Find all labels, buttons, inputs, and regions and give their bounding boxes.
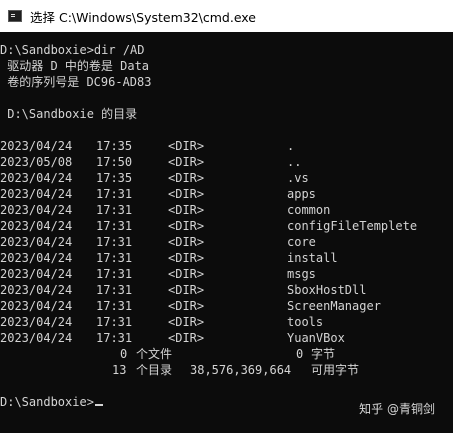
entry-name: . — [287, 139, 295, 153]
directory-entry: 2023/04/24 17:35 <DIR>. — [0, 138, 453, 154]
entry-time: 17:31 — [96, 331, 133, 345]
files-bytes: 0 — [296, 347, 304, 361]
entry-type: <DIR> — [168, 299, 205, 313]
entry-name: .vs — [287, 171, 309, 185]
entry-date: 2023/04/24 — [0, 331, 73, 345]
entry-date: 2023/04/24 — [0, 315, 73, 329]
entry-name: ScreenManager — [287, 299, 381, 313]
entry-date: 2023/04/24 — [0, 235, 73, 249]
entry-name: YuanVBox — [287, 331, 345, 345]
entry-time: 17:31 — [96, 315, 133, 329]
entry-type: <DIR> — [168, 283, 205, 297]
files-bytes-label: 字节 — [311, 347, 336, 361]
entry-time: 17:50 — [96, 155, 133, 169]
free-bytes: 38,576,369,664 — [190, 363, 292, 377]
directory-entry: 2023/04/24 17:31 <DIR> apps — [0, 186, 453, 202]
directory-entry: 2023/04/24 17:35 <DIR> .vs — [0, 170, 453, 186]
entry-time: 17:31 — [96, 267, 133, 281]
entry-date: 2023/04/24 — [0, 171, 73, 185]
title-bar[interactable]: 选择 C:\Windows\System32\cmd.exe — [0, 0, 453, 32]
entry-name: SboxHostDll — [287, 283, 367, 297]
entry-date: 2023/04/24 — [0, 251, 73, 265]
entry-time: 17:31 — [96, 251, 133, 265]
entry-type: <DIR> — [168, 139, 205, 153]
entry-time: 17:35 — [96, 171, 133, 185]
directory-entry: 2023/04/24 17:31 <DIR> msgs — [0, 266, 453, 282]
volume-label-line: 驱动器 D 中的卷是 Data — [0, 59, 150, 73]
entry-date: 2023/04/24 — [0, 187, 73, 201]
console-output[interactable]: D:\Sandboxie>dir /AD 驱动器 D 中的卷是 Data 卷的序… — [0, 42, 453, 410]
cmd-console-icon[interactable] — [8, 10, 22, 22]
entry-type: <DIR> — [168, 219, 205, 233]
directory-entry: 2023/05/08 17:50 <DIR>.. — [0, 154, 453, 170]
entry-type: <DIR> — [168, 315, 205, 329]
entry-type: <DIR> — [168, 331, 205, 345]
dirs-count: 13 — [112, 363, 127, 377]
directory-entry: 2023/04/24 17:31 <DIR> common — [0, 202, 453, 218]
entry-type: <DIR> — [168, 187, 205, 201]
directory-entry: 2023/04/24 17:31 <DIR> install — [0, 250, 453, 266]
entry-date: 2023/04/24 — [0, 203, 73, 217]
files-count: 0 — [120, 347, 128, 361]
directory-entry: 2023/04/24 17:31 <DIR> tools — [0, 314, 453, 330]
entry-name: apps — [287, 187, 316, 201]
dirs-summary-line: 13 个目录 38,576,369,664 可用字节 — [0, 362, 453, 378]
entry-date: 2023/04/24 — [0, 299, 73, 313]
directory-entry: 2023/04/24 17:31 <DIR> configFileTemplete — [0, 218, 453, 234]
directory-entry: 2023/04/24 17:31 <DIR> SboxHostDll — [0, 282, 453, 298]
prompt-text: D:\Sandboxie> — [0, 395, 94, 409]
entry-name: common — [287, 203, 331, 217]
entry-date: 2023/04/24 — [0, 283, 73, 297]
entry-type: <DIR> — [168, 155, 205, 169]
entry-date: 2023/04/24 — [0, 139, 73, 153]
directory-entry: 2023/04/24 17:31 <DIR> YuanVBox — [0, 330, 453, 346]
files-summary-line: 0 个文件 0 字节 — [0, 346, 453, 362]
entry-time: 17:31 — [96, 235, 133, 249]
entry-time: 17:31 — [96, 203, 133, 217]
dirs-label: 个目录 — [136, 363, 173, 377]
entry-name: tools — [287, 315, 324, 329]
entry-type: <DIR> — [168, 203, 205, 217]
command-line: D:\Sandboxie>dir /AD — [0, 43, 145, 57]
directory-listing: 2023/04/24 17:35 <DIR>. 2023/05/08 17:50 <DIR… — [0, 138, 453, 346]
text-cursor — [94, 404, 103, 406]
watermark: 知乎 @青铜剑 — [359, 402, 435, 416]
directory-entry: 2023/04/24 17:31 <DIR> core — [0, 234, 453, 250]
entry-time: 17:31 — [96, 187, 133, 201]
directory-entry: 2023/04/24 17:31 <DIR> ScreenManager — [0, 298, 453, 314]
entry-date: 2023/04/24 — [0, 219, 73, 233]
entry-time: 17:31 — [96, 299, 133, 313]
entry-time: 17:35 — [96, 139, 133, 153]
entry-name: .. — [287, 155, 302, 169]
entry-name: install — [287, 251, 338, 265]
entry-time: 17:31 — [96, 219, 133, 233]
entry-type: <DIR> — [168, 235, 205, 249]
entry-name: core — [287, 235, 316, 249]
entry-name: configFileTemplete — [287, 219, 418, 233]
cmd-window: 选择 C:\Windows\System32\cmd.exe D:\Sandbo… — [0, 0, 453, 433]
files-label: 个文件 — [136, 347, 173, 361]
entry-type: <DIR> — [168, 267, 205, 281]
entry-type: <DIR> — [168, 251, 205, 265]
serial-number-line: 卷的序列号是 DC96-AD83 — [0, 75, 152, 89]
entry-type: <DIR> — [168, 171, 205, 185]
entry-date: 2023/05/08 — [0, 155, 73, 169]
entry-name: msgs — [287, 267, 316, 281]
window-title: 选择 C:\Windows\System32\cmd.exe — [30, 9, 256, 25]
entry-time: 17:31 — [96, 283, 133, 297]
directory-header: D:\Sandboxie 的目录 — [0, 107, 138, 121]
entry-date: 2023/04/24 — [0, 267, 73, 281]
free-bytes-label: 可用字节 — [311, 363, 360, 377]
